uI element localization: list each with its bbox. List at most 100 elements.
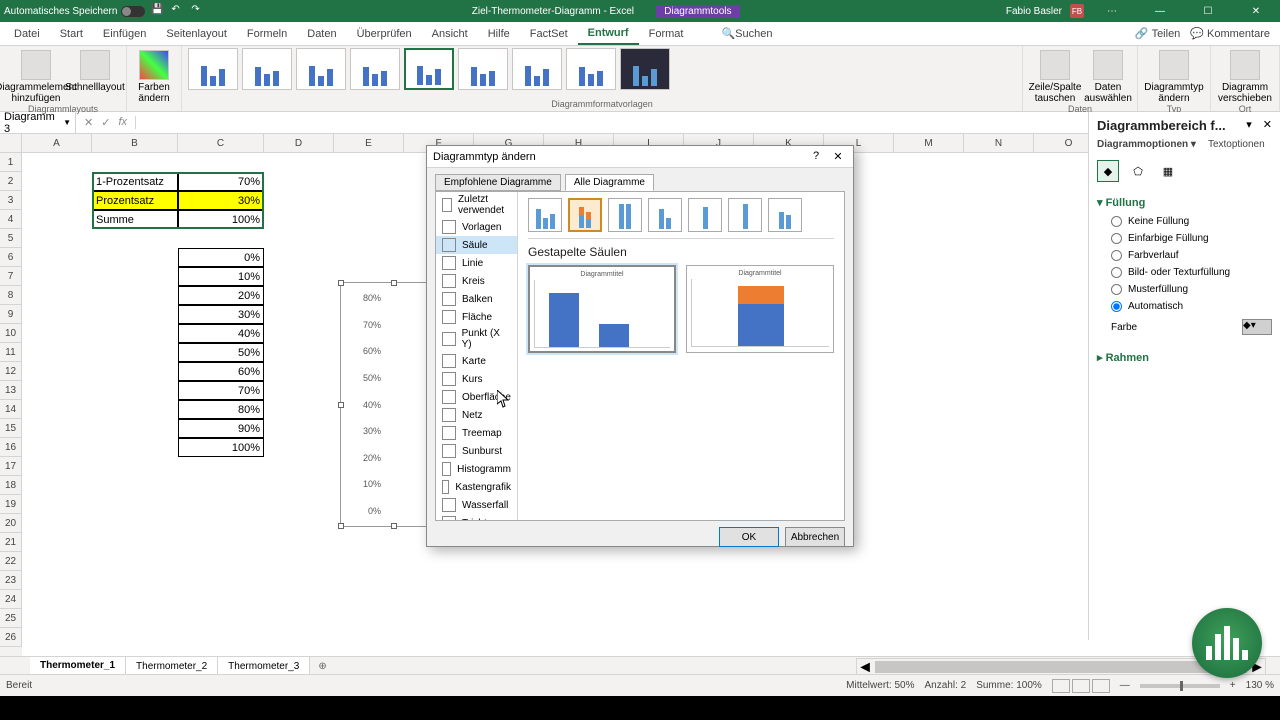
row-header[interactable]: 16 [0,438,22,457]
change-chart-type-button[interactable]: Diagrammtyp ändern [1144,48,1204,104]
undo-icon[interactable]: ↶ [171,4,185,18]
cell-C15[interactable]: 90% [178,419,264,438]
cell-C12[interactable]: 60% [178,362,264,381]
row-header[interactable]: 8 [0,286,22,305]
tab-hilfe[interactable]: Hilfe [478,22,520,45]
toggle-off-icon[interactable] [121,6,145,17]
cell-C13[interactable]: 70% [178,381,264,400]
fx-icon[interactable]: fx [118,116,127,129]
row-header[interactable]: 9 [0,305,22,324]
cell-C8[interactable]: 20% [178,286,264,305]
subtype-3d-stacked[interactable] [688,198,722,232]
chart-category-item[interactable]: Kastengrafik [436,478,517,496]
cell-C9[interactable]: 30% [178,305,264,324]
autosave-toggle[interactable]: Automatisches Speichern [4,6,145,17]
chart-category-item[interactable]: Zuletzt verwendet [436,192,517,218]
chevron-down-icon[interactable]: ▼ [63,118,71,127]
row-header[interactable]: 4 [0,210,22,229]
col-header[interactable]: A [22,134,92,153]
comments-button[interactable]: 💬 Kommentare [1190,27,1270,40]
maximize-icon[interactable]: ☐ [1188,6,1228,17]
tab-datei[interactable]: Datei [4,22,50,45]
tab-format[interactable]: Format [639,22,694,45]
minimize-icon[interactable]: — [1140,6,1180,17]
subtype-3d-clustered[interactable] [648,198,682,232]
col-header[interactable]: E [334,134,404,153]
cell-C16[interactable]: 100% [178,438,264,457]
subtype-stacked[interactable] [568,198,602,232]
subtype-100stacked[interactable] [608,198,642,232]
tab-daten[interactable]: Daten [297,22,346,45]
tab-start[interactable]: Start [50,22,93,45]
close-icon[interactable]: ✕ [1236,6,1276,17]
zoom-slider[interactable] [1140,684,1220,688]
subtype-3d-column[interactable] [768,198,802,232]
cancel-button[interactable]: Abbrechen [785,527,845,547]
panel-tab-chartoptions[interactable]: Diagrammoptionen ▾ [1097,139,1196,150]
color-swatch-icon[interactable]: ◆▾ [1242,319,1272,335]
chart-category-item[interactable]: Karte [436,352,517,370]
col-header[interactable]: M [894,134,964,153]
search-box[interactable]: 🔍 Suchen [711,22,782,45]
panel-close-icon[interactable]: ✕ [1263,119,1272,131]
cell-C10[interactable]: 40% [178,324,264,343]
panel-dropdown-icon[interactable]: ▾ [1246,119,1252,131]
row-header[interactable]: 25 [0,609,22,628]
move-chart-button[interactable]: Diagramm verschieben [1217,48,1273,104]
border-section-header[interactable]: ▸ Rahmen [1097,347,1272,368]
preview-1[interactable]: Diagrammtitel [528,265,676,353]
row-header[interactable]: 3 [0,191,22,210]
row-header[interactable]: 19 [0,495,22,514]
chart-category-item[interactable]: Säule [436,236,517,254]
scroll-left-icon[interactable]: ◄ [857,659,873,675]
row-header[interactable]: 10 [0,324,22,343]
tab-formeln[interactable]: Formeln [237,22,297,45]
chart-category-item[interactable]: Netz [436,406,517,424]
size-props-icon[interactable]: ▦ [1157,160,1179,182]
dialog-tab-all[interactable]: Alle Diagramme [565,174,654,191]
chart-style-2[interactable] [242,48,292,90]
chart-category-item[interactable]: Oberfläche [436,388,517,406]
subtype-3d-100stacked[interactable] [728,198,762,232]
row-header[interactable]: 26 [0,628,22,647]
chart-style-7[interactable] [512,48,562,90]
row-header[interactable]: 21 [0,533,22,552]
redo-icon[interactable]: ↷ [191,4,205,18]
name-box[interactable]: Diagramm 3▼ [0,111,76,135]
ribbon-options-icon[interactable]: ⋯ [1092,6,1132,17]
fill-option-auto[interactable]: Automatisch [1097,298,1272,315]
row-header[interactable]: 15 [0,419,22,438]
cell-C11[interactable]: 50% [178,343,264,362]
chart-category-item[interactable]: Trichter [436,514,517,520]
cell-B2[interactable]: 1-Prozentsatz [92,172,178,191]
row-header[interactable]: 11 [0,343,22,362]
quick-layout-button[interactable]: Schnelllayout [70,48,120,93]
chart-style-3[interactable] [296,48,346,90]
row-header[interactable]: 17 [0,457,22,476]
cell-C7[interactable]: 10% [178,267,264,286]
user-name[interactable]: Fabio Basler [1006,6,1062,17]
row-header[interactable]: 22 [0,552,22,571]
chart-category-item[interactable]: Balken [436,290,517,308]
chart-category-item[interactable]: Treemap [436,424,517,442]
change-colors-button[interactable]: Farben ändern [133,48,175,104]
cell-C6[interactable]: 0% [178,248,264,267]
user-avatar[interactable]: FB [1070,4,1084,18]
cell-C4[interactable]: 100% [178,210,264,229]
chart-style-9[interactable] [620,48,670,90]
fill-section-header[interactable]: ▾ Füllung [1097,192,1272,213]
row-header[interactable]: 2 [0,172,22,191]
tab-ansicht[interactable]: Ansicht [422,22,478,45]
cancel-fx-icon[interactable]: ✕ [84,116,93,129]
chart-style-6[interactable] [458,48,508,90]
tab-seitenlayout[interactable]: Seitenlayout [156,22,237,45]
tab-einfuegen[interactable]: Einfügen [93,22,156,45]
chart-category-item[interactable]: Linie [436,254,517,272]
dialog-tab-recommended[interactable]: Empfohlene Diagramme [435,174,561,191]
cell-C2[interactable]: 70% [178,172,264,191]
col-header[interactable]: C [178,134,264,153]
dialog-close-icon[interactable]: ✕ [829,150,847,163]
cell-C3[interactable]: 30% [178,191,264,210]
row-header[interactable]: 18 [0,476,22,495]
chart-style-8[interactable] [566,48,616,90]
